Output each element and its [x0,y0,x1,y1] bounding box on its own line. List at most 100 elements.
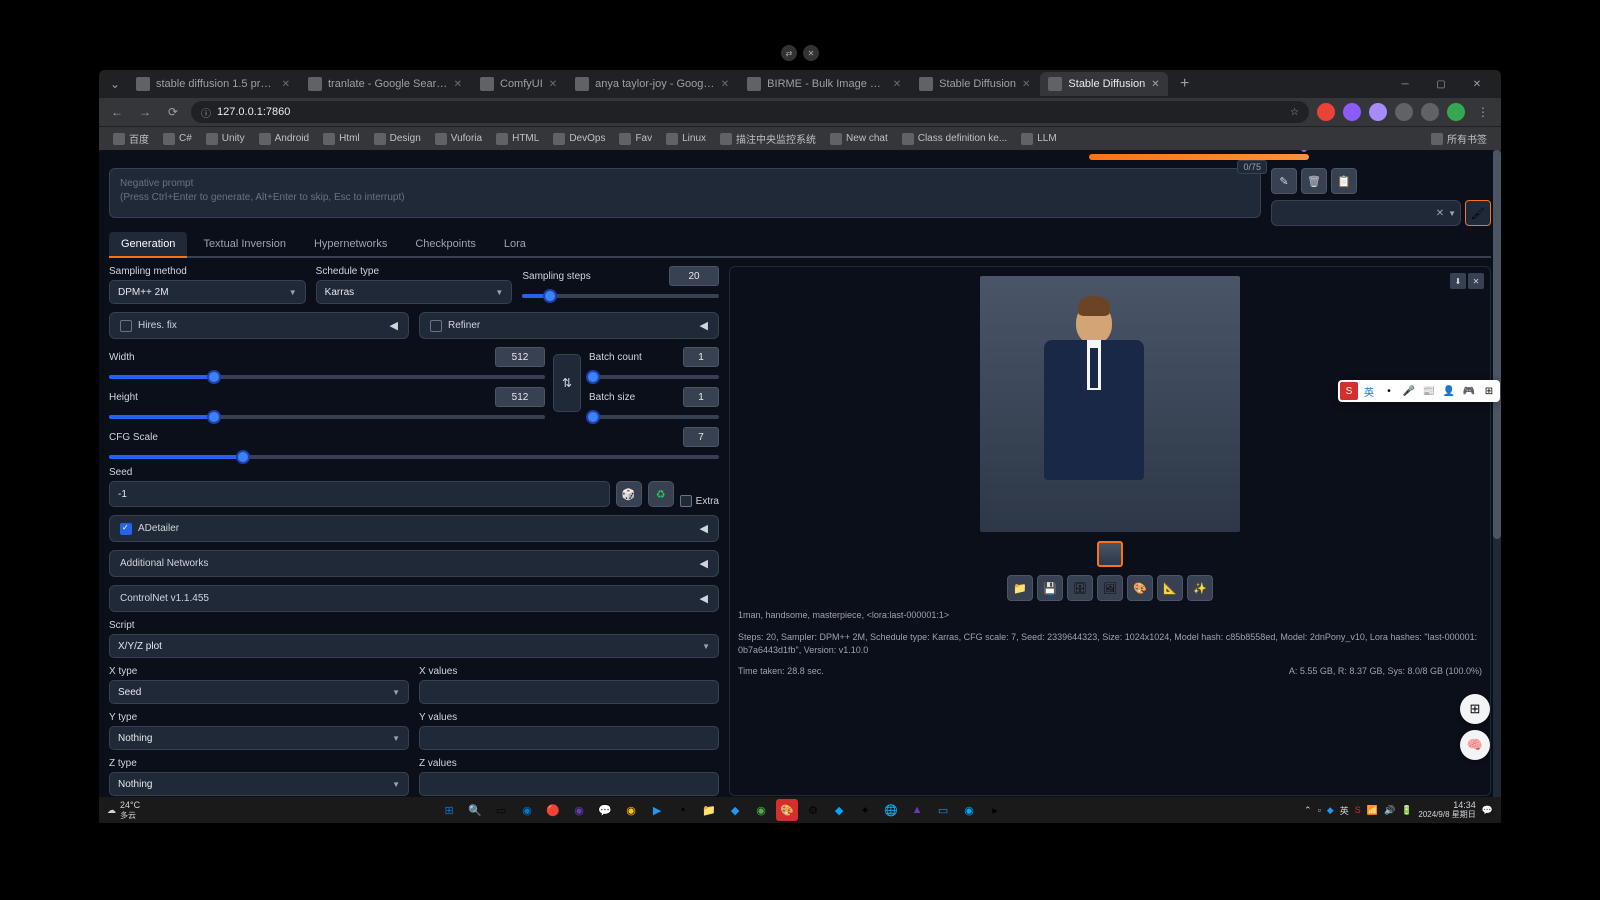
cfg-value[interactable]: 7 [683,427,719,447]
help-button[interactable]: ⊞ [1460,694,1490,724]
app-icon[interactable]: 🌐 [880,799,902,821]
extra-checkbox[interactable] [680,495,692,507]
search-button[interactable]: 🔍 [464,799,486,821]
seed-input[interactable]: -1 [109,481,610,507]
task-view-button[interactable]: ▭ [490,799,512,821]
all-bookmarks[interactable]: 所有书签 [1425,129,1493,148]
app-icon[interactable]: ▲ [906,799,928,821]
profile-avatar[interactable] [1447,103,1465,121]
app-icon[interactable]: ◉ [958,799,980,821]
taskbar-weather[interactable]: ☁ 24°C 多云 [107,800,140,821]
extension-icon[interactable] [1395,103,1413,121]
bookmark[interactable]: C# [157,131,198,147]
zip-button[interactable]: 🗄 [1067,575,1093,601]
notification-icon[interactable]: 💬 [1482,805,1493,816]
bookmark-star-icon[interactable]: ☆ [1290,107,1299,118]
clear-styles-icon[interactable]: ✕ [1436,208,1444,219]
scrollbar[interactable] [1493,150,1501,798]
save-button[interactable]: 💾 [1037,575,1063,601]
app-icon[interactable]: ✦ [854,799,876,821]
bookmark[interactable]: Html [317,131,366,147]
browser-tab[interactable]: anya taylor-joy - Google Se✕ [567,72,737,96]
additional-networks-accordion[interactable]: Additional Networks◀ [109,550,719,577]
reuse-seed-button[interactable]: ♻ [648,481,674,507]
x-type-select[interactable]: Seed▼ [109,680,409,704]
height-slider[interactable] [109,415,545,419]
sampling-method-select[interactable]: DPM++ 2M▼ [109,280,306,304]
new-tab-button[interactable]: + [1173,72,1197,96]
bookmark[interactable]: LLM [1015,131,1062,147]
app-icon[interactable]: ▭ [932,799,954,821]
share-icon[interactable]: ⇄ [781,45,797,61]
random-seed-button[interactable]: 🎲 [616,481,642,507]
browser-tab[interactable]: tranlate - Google Search✕ [300,72,470,96]
sampling-steps-value[interactable]: 20 [669,266,719,286]
adetailer-accordion[interactable]: ADetailer◀ [109,515,719,542]
tab-lora[interactable]: Lora [492,232,538,256]
apply-style-button[interactable]: 🖌 [1465,200,1491,226]
menu-icon[interactable]: ⋮ [1473,102,1493,122]
close-icon[interactable]: ✕ [721,79,729,90]
negative-prompt-input[interactable]: Negative prompt (Press Ctrl+Enter to gen… [109,168,1261,218]
explorer-icon[interactable]: 📁 [698,799,720,821]
ime-lang-icon[interactable]: 英 [1360,382,1378,400]
batch-count-value[interactable]: 1 [683,347,719,367]
bookmark[interactable]: Fav [613,131,658,147]
volume-icon[interactable]: 🔊 [1384,805,1395,816]
bookmark[interactable]: Vuforia [429,131,488,147]
generated-image[interactable] [980,276,1240,532]
paste-button[interactable]: 📋 [1331,168,1357,194]
close-icon[interactable]: ✕ [454,79,462,90]
z-values-input[interactable] [419,772,719,796]
start-button[interactable]: ⊞ [438,799,460,821]
sampling-steps-slider[interactable] [522,294,719,298]
bookmark[interactable]: Linux [660,131,712,147]
ime-mic-icon[interactable]: 🎤 [1400,382,1418,400]
app-icon[interactable]: ◉ [750,799,772,821]
width-slider[interactable] [109,375,545,379]
tab-textual-inversion[interactable]: Textual Inversion [191,232,298,256]
bookmark[interactable]: 描注中央监控系统 [714,129,822,148]
cfg-slider[interactable] [109,455,719,459]
tab-checkpoints[interactable]: Checkpoints [403,232,488,256]
browser-tab[interactable]: stable diffusion 1.5 pruned✕ [128,72,298,96]
close-icon[interactable]: ✕ [282,79,290,90]
tray-icon[interactable]: ◆ [1327,805,1334,816]
controlnet-accordion[interactable]: ControlNet v1.1.455◀ [109,585,719,612]
clear-button[interactable]: 🗑 [1301,168,1327,194]
y-values-input[interactable] [419,726,719,750]
styles-select[interactable]: ✕ ▼ [1271,200,1461,226]
ime-icon[interactable]: 👤 [1440,382,1458,400]
batch-size-value[interactable]: 1 [683,387,719,407]
interrupt-bar[interactable] [1089,154,1309,160]
close-window-button[interactable]: ✕ [1465,72,1489,96]
refiner-checkbox[interactable] [430,320,442,332]
close-icon[interactable]: ✕ [1022,79,1030,90]
browser-tab[interactable]: ComfyUI✕ [472,72,565,96]
taskbar-clock[interactable]: 14:34 2024/9/8 星期日 [1418,801,1475,820]
extension-icon[interactable] [1343,103,1361,121]
forward-button[interactable]: → [135,102,155,122]
open-folder-button[interactable]: 📁 [1007,575,1033,601]
z-type-select[interactable]: Nothing▼ [109,772,409,796]
app-icon[interactable]: ⚙ [802,799,824,821]
ime-icon[interactable]: ⊞ [1480,382,1498,400]
send-inpaint-button[interactable]: 🎨 [1127,575,1153,601]
close-icon[interactable]: ✕ [1151,79,1159,90]
ime-toolbar[interactable]: S 英 • 🎤 📰 👤 🎮 ⊞ [1338,380,1500,402]
reload-button[interactable]: ⟳ [163,102,183,122]
wifi-icon[interactable]: 📶 [1367,805,1378,816]
hires-checkbox[interactable] [120,320,132,332]
sparkle-button[interactable]: ✨ [1187,575,1213,601]
extension-icon[interactable] [1369,103,1387,121]
url-input[interactable]: ⓘ 127.0.0.1:7860 ☆ [191,101,1309,123]
output-thumbnail[interactable] [1097,541,1123,567]
tab-hypernetworks[interactable]: Hypernetworks [302,232,399,256]
ime-icon[interactable]: 🎮 [1460,382,1478,400]
bookmark[interactable]: Unity [200,131,251,147]
tab-dropdown-icon[interactable]: ⌄ [103,72,127,96]
chrome-icon[interactable]: 🔴 [542,799,564,821]
browser-tab[interactable]: BIRME - Bulk Image Resizin✕ [739,72,909,96]
extension-icon[interactable] [1317,103,1335,121]
send-img2img-button[interactable]: 🖼 [1097,575,1123,601]
